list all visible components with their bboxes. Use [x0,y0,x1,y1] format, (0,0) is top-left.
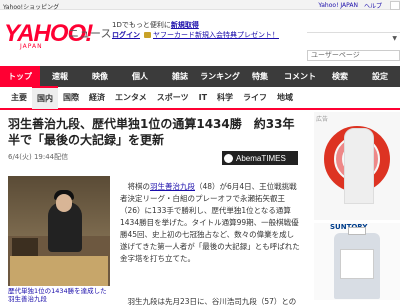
promo-line1: 1Dでもっと便利に新規取得 [112,20,279,30]
ad-banner-top[interactable]: 広告 [314,112,400,220]
habu-link[interactable]: 羽生善治九段 [150,182,195,191]
topbar-right: Yahoo! JAPAN ヘルプ [318,1,400,10]
ad-bottle-label [340,249,374,279]
tab-region[interactable]: 地域 [272,87,298,108]
tab-life[interactable]: ライフ [238,87,272,108]
user-dropdown[interactable]: ▼ [307,32,400,46]
promo-line1-text: 1Dでもっと便利に [112,21,171,29]
article-paragraph-2: 羽生九段は先月23日に、谷川浩司九段（57）との [120,297,297,306]
ad-banner-bottom[interactable]: SUNTORY [314,223,400,300]
nav-item-individual[interactable]: 個人 [120,66,160,87]
photo-face [56,194,72,212]
login-link[interactable]: ログイン [112,30,140,40]
nav-item-breaking[interactable]: 速報 [40,66,80,87]
tab-entertainment[interactable]: エンタメ [110,87,152,108]
paragraph1-rest: （48）が6月4日、王位戦挑戦者決定リーグ・白組のプレーオフで永瀬拓矢叡王（26… [120,182,300,263]
article-photo[interactable] [8,176,110,286]
yahoo-card-promo-link[interactable]: ヤフーカード新規入会特典プレゼント！ [153,30,279,40]
nav-item-feature[interactable]: 特集 [240,66,280,87]
service-name[interactable]: ニュース [68,25,111,41]
category-nav: 主要 国内 国際 経済 エンタメ スポーツ IT 科学 ライフ 地域 [0,86,400,110]
photo-caption[interactable]: 歴代単独1位の1434勝を達成した羽生善治九段 [8,287,110,303]
nav-item-top[interactable]: トップ [0,66,40,87]
tab-main[interactable]: 主要 [6,87,32,108]
top-utility-bar: Yahoo!ショッピング Yahoo! JAPAN ヘルプ [0,0,400,11]
yahoo-japan-link[interactable]: Yahoo! JAPAN [318,2,358,9]
article-date: 6/4(火) 19:44配信 [8,153,69,161]
help-link[interactable]: ヘルプ [364,1,382,10]
photo-shogi-board [10,256,108,286]
site-header: YAHOO! JAPAN ニュース 1Dでもっと便利に新規取得 ログイン ヤフー… [0,10,400,66]
menu-icon[interactable] [390,1,400,10]
article-paragraph-1: 将棋の羽生善治九段（48）が6月4日、王位戦挑戦者決定リーグ・白組のプレーオフで… [120,181,300,265]
main-nav: トップ 速報 映像 個人 雑誌 ランキング 特集 コメント 検索 設定 [0,66,400,87]
article-title: 羽生善治九段、歴代単独1位の通算1434勝 約33年半で「最後の大記録」を更新 [8,117,295,147]
ad-label: 広告 [316,116,329,123]
source-logo[interactable]: AbemaTIMES [222,151,298,165]
credit-card-icon [144,32,151,38]
tab-international[interactable]: 国際 [58,87,84,108]
nav-item-comment[interactable]: コメント [280,66,320,87]
tab-it[interactable]: IT [194,87,212,108]
article: 羽生善治九段、歴代単独1位の通算1434勝 約33年半で「最後の大記録」を更新 … [0,110,305,306]
tab-domestic[interactable]: 国内 [32,86,58,109]
tab-sports[interactable]: スポーツ [152,87,194,108]
nav-item-video[interactable]: 映像 [80,66,120,87]
abema-logo-icon [224,153,233,163]
source-logo-text: AbemaTIMES [236,153,286,163]
signup-link[interactable]: 新規取得 [171,21,199,29]
ad-bottle-cap [348,227,366,235]
tab-science[interactable]: 科学 [212,87,238,108]
chevron-down-icon: ▼ [392,35,397,42]
nav-item-ranking[interactable]: ランキング [200,66,240,87]
ad-figure [344,128,374,204]
promo-box: 1Dでもっと便利に新規取得 ログイン ヤフーカード新規入会特典プレゼント！ [112,20,279,40]
nav-item-search[interactable]: 検索 [320,66,360,87]
tab-economy[interactable]: 経済 [84,87,110,108]
ad-column: 広告 SUNTORY [314,110,400,300]
user-page-field[interactable]: ユーザーページ [307,50,400,61]
nav-item-magazine[interactable]: 雑誌 [160,66,200,87]
nav-item-settings[interactable]: 設定 [360,66,400,87]
user-area: ▼ [307,21,400,49]
yahoo-logo-sub: JAPAN [20,43,43,50]
paragraph1-prefix: 将棋の [120,182,150,191]
promo-line2: ログイン ヤフーカード新規入会特典プレゼント！ [112,30,279,40]
